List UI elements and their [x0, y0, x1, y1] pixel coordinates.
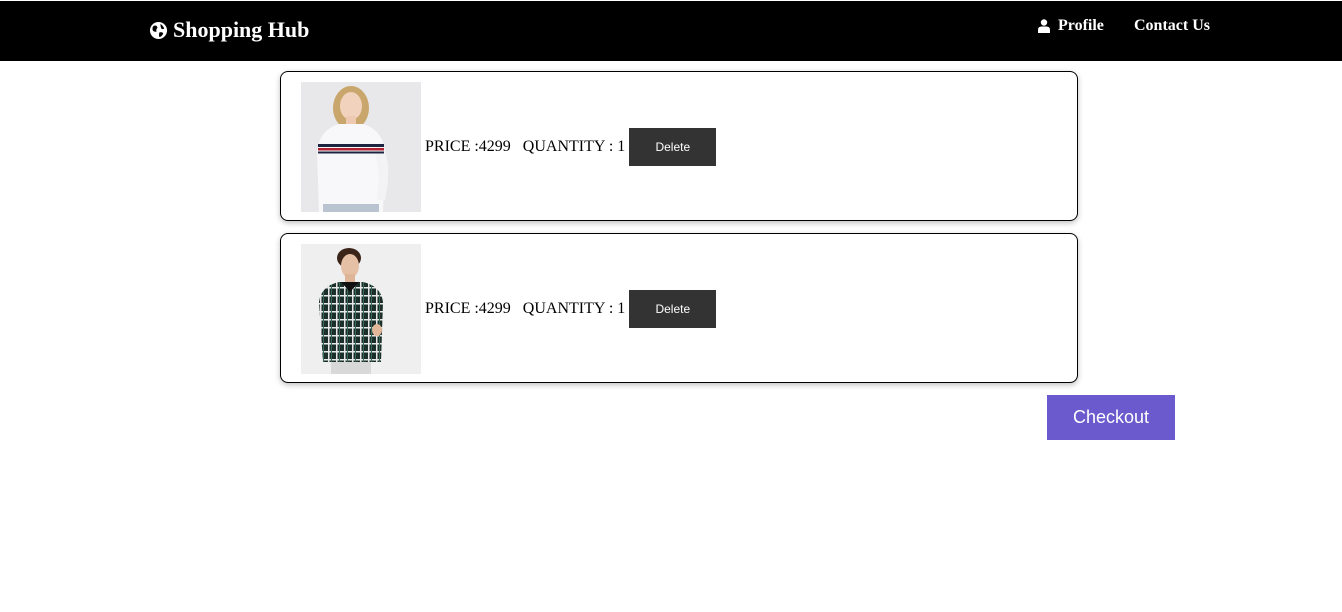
- item-quantity: QUANTITY : 1: [522, 138, 626, 155]
- nav-contact-link[interactable]: Contact Us: [1134, 17, 1210, 35]
- item-price: PRICE :4299: [425, 300, 511, 317]
- delete-button[interactable]: Delete: [629, 128, 717, 166]
- item-info: PRICE :4299 QUANTITY : 1 Delete: [425, 128, 717, 166]
- nav-profile-link[interactable]: Profile: [1038, 17, 1104, 35]
- nav-profile-label: Profile: [1058, 17, 1104, 34]
- cart-item: PRICE :4299 QUANTITY : 1 Delete: [280, 233, 1078, 383]
- navbar: Shopping Hub Profile Contact Us: [0, 1, 1342, 61]
- brand-name: Shopping Hub: [173, 17, 310, 42]
- item-quantity: QUANTITY : 1: [522, 300, 626, 317]
- product-photo-man-plaid-shirt: [301, 244, 421, 374]
- item-price: PRICE :4299: [425, 138, 511, 155]
- delete-button[interactable]: Delete: [629, 290, 717, 328]
- product-image: [301, 244, 421, 374]
- product-photo-woman-white-sweater: [301, 82, 421, 212]
- cart-item: PRICE :4299 QUANTITY : 1 Delete: [280, 71, 1078, 221]
- item-info: PRICE :4299 QUANTITY : 1 Delete: [425, 290, 717, 328]
- checkout-button[interactable]: Checkout: [1047, 395, 1175, 440]
- product-image: [301, 82, 421, 212]
- user-icon: [1038, 19, 1050, 33]
- nav-contact-label: Contact Us: [1134, 17, 1210, 34]
- globe-icon: [149, 21, 168, 39]
- brand-logo[interactable]: Shopping Hub: [149, 17, 309, 43]
